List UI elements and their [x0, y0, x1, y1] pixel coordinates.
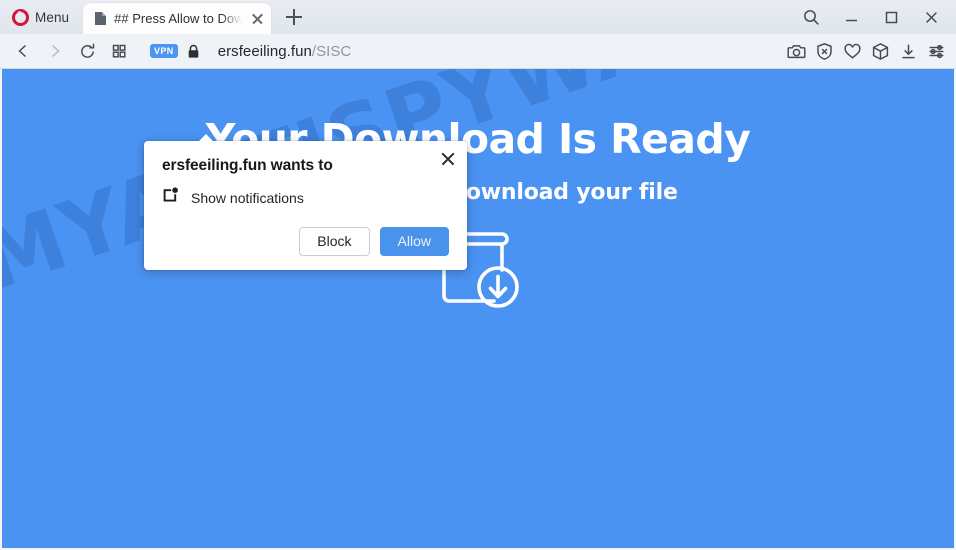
snapshot-icon[interactable]: [782, 38, 810, 66]
favorites-icon[interactable]: [838, 38, 866, 66]
minimize-icon[interactable]: [832, 2, 870, 32]
vpn-badge[interactable]: VPN: [150, 44, 178, 58]
window-controls: [792, 0, 950, 34]
forward-button[interactable]: [40, 36, 70, 66]
url-text[interactable]: ersfeeiling.fun/SISC: [218, 43, 352, 60]
permission-label: Show notifications: [191, 189, 304, 206]
permission-row: Show notifications: [162, 186, 449, 209]
tab-close-icon[interactable]: [249, 11, 265, 27]
tab-title: ## Press Allow to Download Your File: [114, 11, 243, 26]
speed-dial-button[interactable]: [104, 36, 134, 66]
notification-permission-dialog: ersfeeiling.fun wants to Show notificati…: [144, 134, 467, 270]
dialog-close-icon[interactable]: [439, 150, 457, 168]
opera-logo-icon: [12, 8, 29, 26]
block-button[interactable]: Block: [299, 227, 370, 256]
opera-browser-window: Menu ## Press Allow to Download Your Fil…: [0, 0, 956, 550]
maximize-icon[interactable]: [872, 2, 910, 32]
lock-icon[interactable]: [187, 44, 200, 59]
menu-button-label: Menu: [35, 9, 70, 25]
browser-tab[interactable]: ## Press Allow to Download Your File: [83, 3, 272, 34]
allow-button[interactable]: Allow: [379, 227, 449, 256]
downloads-icon[interactable]: [894, 38, 922, 66]
tab-strip: Menu ## Press Allow to Download Your Fil…: [0, 0, 956, 34]
url-path: /SISC: [311, 42, 352, 60]
notification-icon: [162, 186, 180, 209]
dialog-actions: Block Allow: [162, 227, 449, 256]
new-tab-button[interactable]: [281, 4, 307, 30]
search-icon[interactable]: [792, 2, 830, 32]
page-favicon-icon: [94, 11, 107, 26]
url-domain: ersfeeiling.fun: [217, 42, 312, 60]
crypto-wallet-icon[interactable]: [866, 38, 894, 66]
ad-blocker-icon[interactable]: [810, 38, 838, 66]
opera-menu-button[interactable]: Menu: [6, 3, 77, 31]
dialog-title: ersfeeiling.fun wants to: [162, 157, 333, 174]
page-viewport: MYANTISPYWARE.COM Your Download Is Ready…: [0, 69, 956, 550]
easy-setup-icon[interactable]: [922, 38, 950, 66]
address-bar-icons: [782, 34, 950, 69]
address-bar: VPN ersfeeiling.fun/SISC: [0, 34, 956, 69]
reload-button[interactable]: [72, 36, 102, 66]
close-window-icon[interactable]: [912, 2, 950, 32]
back-button[interactable]: [8, 36, 38, 66]
